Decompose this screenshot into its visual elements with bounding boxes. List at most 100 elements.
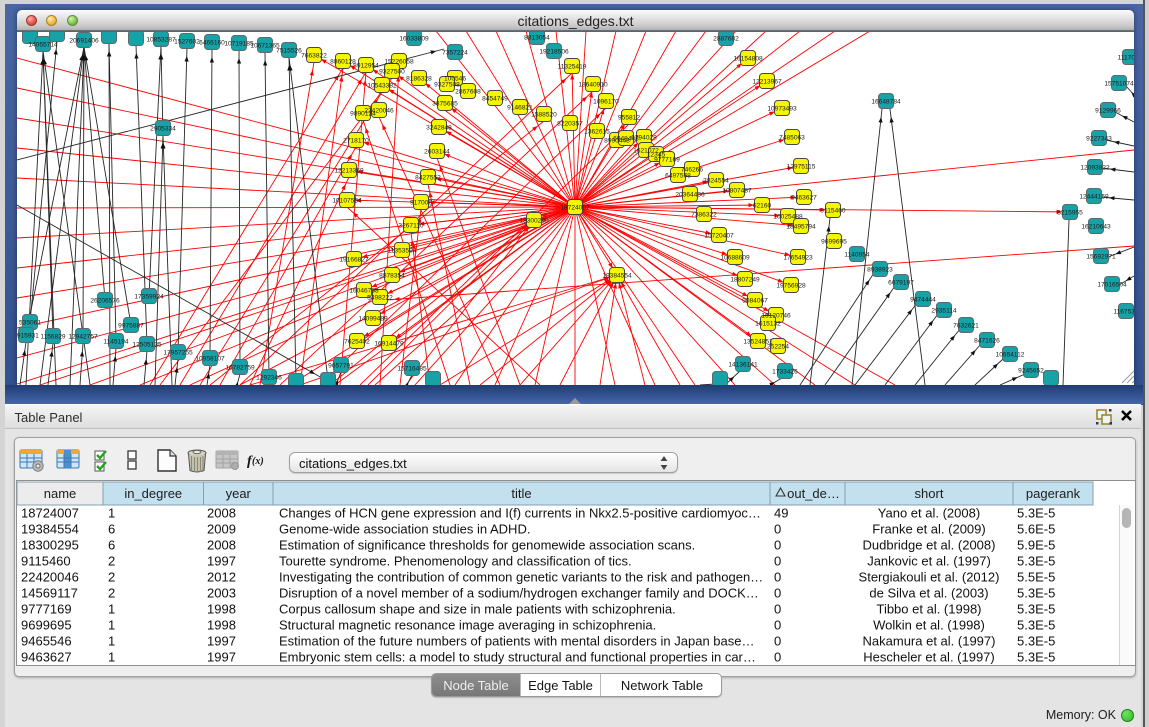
- svg-text:5.3E-5: 5.3E-5: [1017, 618, 1055, 633]
- svg-text:8186328: 8186328: [406, 75, 432, 82]
- svg-text:0: 0: [774, 602, 781, 617]
- svg-text:Tourette syndrome. Phenomenolo: Tourette syndrome. Phenomenology and cla…: [279, 554, 632, 569]
- svg-text:10807487: 10807487: [722, 187, 752, 194]
- svg-text:5.3E-5: 5.3E-5: [1017, 602, 1055, 617]
- svg-text:1: 1: [108, 506, 115, 521]
- svg-text:Genome-wide association studie: Genome-wide association studies in ADHD.: [279, 522, 530, 537]
- svg-text:16782759: 16782759: [225, 364, 255, 371]
- svg-text:10025488: 10025488: [773, 213, 803, 220]
- svg-text:6466160: 6466160: [199, 39, 225, 46]
- svg-text:18300295: 18300295: [519, 217, 549, 224]
- svg-text:9115460: 9115460: [21, 554, 71, 569]
- svg-text:9115460: 9115460: [820, 207, 846, 214]
- svg-text:22420046: 22420046: [364, 107, 394, 114]
- svg-text:2008: 2008: [207, 538, 236, 553]
- svg-text:9657791: 9657791: [328, 362, 354, 369]
- svg-text:9465546: 9465546: [21, 634, 72, 649]
- svg-text:19384554: 19384554: [21, 522, 79, 537]
- svg-text:10543382: 10543382: [367, 82, 397, 89]
- svg-text:9227343: 9227343: [1086, 135, 1112, 142]
- svg-text:16120746: 16120746: [761, 312, 791, 319]
- svg-text:19166827: 19166827: [339, 256, 369, 263]
- svg-text:10688609: 10688609: [720, 254, 750, 261]
- svg-text:1096170: 1096170: [593, 98, 619, 105]
- svg-text:1167533: 1167533: [1113, 308, 1134, 315]
- svg-text:12213369: 12213369: [334, 167, 364, 174]
- svg-text:10107554: 10107554: [332, 197, 362, 204]
- svg-text:5.9E-5: 5.9E-5: [1017, 538, 1055, 553]
- svg-text:17957255: 17957255: [163, 349, 193, 356]
- svg-text:Corpus callosum shape and size: Corpus callosum shape and size in male p…: [279, 602, 676, 617]
- svg-text:1997: 1997: [207, 554, 236, 569]
- svg-text:Disruption of a novel member o: Disruption of a novel member of a sodium…: [279, 586, 759, 601]
- svg-text:Estimation of significance thr: Estimation of significance thresholds fo…: [279, 538, 695, 553]
- svg-text:19218506: 19218506: [539, 48, 569, 55]
- svg-text:Dudbridge et al. (2008): Dudbridge et al. (2008): [863, 538, 996, 553]
- svg-text:5.6E-5: 5.6E-5: [1017, 522, 1055, 537]
- svg-text:16046788: 16046788: [349, 287, 379, 294]
- svg-text:6: 6: [108, 538, 115, 553]
- svg-text:Hescheler et al. (1997): Hescheler et al. (1997): [863, 650, 995, 665]
- svg-text:9327500: 9327500: [379, 68, 405, 75]
- svg-text:9474444: 9474444: [910, 296, 936, 303]
- svg-text:1145194: 1145194: [103, 338, 129, 345]
- svg-text:0: 0: [774, 586, 781, 601]
- svg-text:1997: 1997: [207, 634, 236, 649]
- svg-text:7632621: 7632621: [953, 322, 979, 329]
- svg-text:9699695: 9699695: [821, 238, 847, 245]
- svg-text:1998: 1998: [207, 618, 236, 633]
- svg-text:18495794: 18495794: [786, 223, 816, 230]
- svg-text:(x): (x): [252, 456, 264, 467]
- svg-text:8938923: 8938923: [867, 266, 893, 273]
- svg-text:14099489: 14099489: [358, 315, 388, 322]
- svg-text:6: 6: [108, 522, 115, 537]
- svg-text:12444159: 12444159: [1079, 193, 1109, 200]
- svg-text:10958107: 10958107: [195, 355, 225, 362]
- svg-text:746266: 746266: [681, 166, 703, 173]
- svg-text:1588520: 1588520: [531, 111, 557, 118]
- svg-text:5.3E-5: 5.3E-5: [1017, 650, 1055, 665]
- svg-text:2009: 2009: [207, 522, 236, 537]
- svg-text:9245652: 9245652: [1018, 367, 1044, 374]
- svg-text:5.3E-5: 5.3E-5: [1017, 554, 1055, 569]
- svg-text:5.3E-5: 5.3E-5: [1017, 586, 1055, 601]
- svg-text:8215955: 8215955: [1057, 209, 1083, 216]
- svg-text:1362615: 1362615: [584, 128, 610, 135]
- svg-text:252254: 252254: [767, 343, 789, 350]
- svg-text:Embryonic stem cells: a model: Embryonic stem cells: a model to study s…: [279, 650, 756, 665]
- svg-text:6679197: 6679197: [888, 279, 914, 286]
- svg-text:16648784: 16648784: [871, 98, 901, 105]
- svg-text:7515526: 7515526: [276, 47, 302, 54]
- svg-text:20691406: 20691406: [69, 37, 99, 44]
- svg-text:5498222: 5498222: [367, 294, 393, 301]
- svg-text:Structural magnetic resonance: Structural magnetic resonance image aver…: [279, 618, 656, 633]
- svg-text:0: 0: [774, 522, 781, 537]
- svg-text:1: 1: [108, 650, 115, 665]
- svg-text:2867608: 2867608: [455, 88, 481, 95]
- svg-text:17654923: 17654923: [783, 254, 813, 261]
- svg-text:26206576: 26206576: [90, 297, 120, 304]
- svg-text:15692971: 15692971: [1086, 253, 1116, 260]
- svg-text:1998: 1998: [207, 602, 236, 617]
- svg-text:5.3E-5: 5.3E-5: [1017, 634, 1055, 649]
- svg-text:9129966: 9129966: [1095, 107, 1121, 114]
- svg-text:Estimation of the future numbe: Estimation of the future numbers of pati…: [279, 634, 754, 649]
- svg-text:2012: 2012: [207, 570, 236, 585]
- svg-text:917006: 917006: [410, 199, 432, 206]
- svg-text:18724007: 18724007: [560, 204, 590, 211]
- svg-text:9975887: 9975887: [118, 322, 144, 329]
- svg-text:19384554: 19384554: [602, 272, 632, 279]
- svg-text:9084067: 9084067: [742, 297, 768, 304]
- svg-text:20364436: 20364436: [675, 191, 705, 198]
- svg-text:16033809: 16033809: [399, 35, 429, 42]
- svg-text:535061: 535061: [19, 319, 41, 326]
- svg-text:2008: 2008: [207, 506, 236, 521]
- svg-text:7663822: 7663822: [301, 52, 327, 59]
- svg-text:Changes of HCN gene expression: Changes of HCN gene expression and I(f) …: [279, 506, 761, 521]
- svg-text:Stergiakouli et al. (2012): Stergiakouli et al. (2012): [859, 570, 1000, 585]
- svg-text:0: 0: [774, 634, 781, 649]
- svg-text:2: 2: [108, 554, 115, 569]
- svg-text:22420046: 22420046: [21, 570, 79, 585]
- svg-text:2: 2: [108, 586, 115, 601]
- svg-text:16154808: 16154808: [733, 55, 763, 62]
